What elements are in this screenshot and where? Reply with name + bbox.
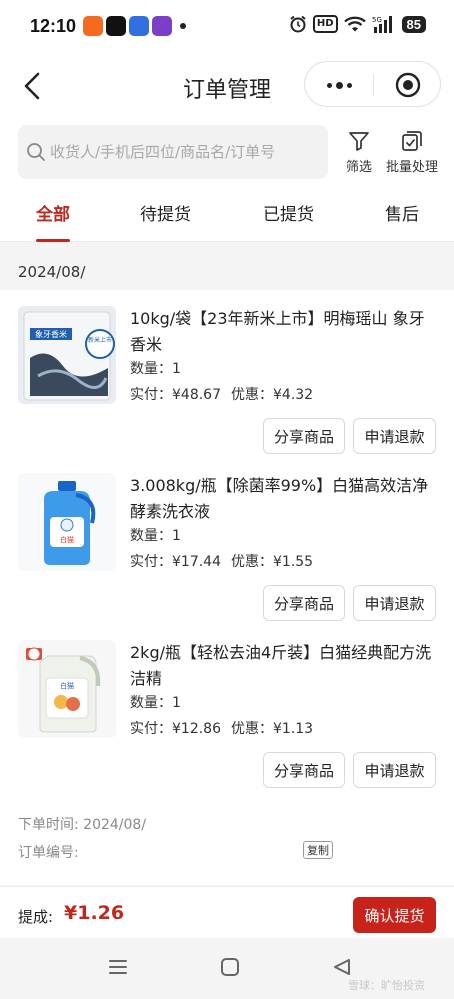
product-image-label: 白猫 — [60, 535, 74, 544]
paid-amount: 实付：¥48.67 — [130, 387, 221, 403]
filter-icon — [349, 132, 369, 151]
meituan-app-icon — [152, 16, 172, 36]
product-price: 实付：¥48.67 优惠：¥4.32 — [130, 384, 313, 404]
search-icon — [27, 143, 45, 161]
product-title: 10kg/袋【23年新米上市】明梅瑶山 象牙香米 — [130, 309, 425, 354]
more-notifications-icon — [180, 23, 186, 29]
batch-check-icon — [402, 131, 422, 151]
signal-icon: 5G — [372, 16, 392, 33]
alarm-icon — [290, 15, 306, 33]
search-input[interactable] — [50, 143, 320, 161]
bottom-action-bar: 提成: ¥1.26 确认提货 — [0, 886, 454, 938]
miniprogram-capsule — [304, 61, 441, 107]
product-price: 实付：¥17.44 优惠：¥1.55 — [130, 551, 313, 571]
nav-header: 订单管理 — [0, 56, 454, 118]
commission-label: 提成: — [18, 908, 54, 926]
product-image-badge: 新米上市 — [88, 336, 112, 344]
watermark: 雪球：旷怡投资 — [348, 979, 425, 992]
hd-badge: HD — [312, 15, 338, 33]
order-item: 白猫 3.008kg/瓶【除菌率99%】白猫高效洁净酵素洗衣液 数量：1 实付：… — [0, 457, 454, 621]
product-quantity: 数量：1 — [130, 695, 181, 711]
order-item: 白猫 2kg/瓶【轻松去油4斤装】白猫经典配方洗洁精 数量：1 实付：¥12.8… — [0, 624, 454, 788]
status-right: HD 5G 85 — [289, 15, 426, 33]
copy-order-number-button[interactable]: 复制 — [303, 841, 333, 859]
confirm-pickup-button[interactable]: 确认提货 — [353, 897, 436, 933]
product-image-laundry-detergent: 白猫 — [18, 473, 116, 571]
share-product-button[interactable]: 分享商品 — [263, 752, 345, 788]
more-button[interactable] — [305, 62, 373, 108]
search-area: 筛选 批量处理 — [0, 118, 454, 186]
product-title: 2kg/瓶【轻松去油4斤装】白猫经典配方洗洁精 — [130, 643, 432, 688]
order-tabs: 全部 待提货 已提货 售后 — [0, 186, 454, 242]
product-image-label: 白猫 — [60, 681, 74, 690]
order-time: 下单时间: 2024/08/ — [18, 817, 147, 833]
tab-all[interactable]: 全部 — [36, 200, 70, 225]
request-refund-button[interactable]: 申请退款 — [353, 752, 436, 788]
baidu-app-icon — [129, 16, 149, 36]
product-image-rice: 象牙香米 新米上市 — [18, 306, 116, 404]
tab-pending-pickup[interactable]: 待提货 — [140, 200, 191, 225]
product-title: 3.008kg/瓶【除菌率99%】白猫高效洁净酵素洗衣液 — [130, 476, 429, 521]
product-quantity: 数量：1 — [130, 528, 181, 544]
battery-indicator: 85 — [401, 15, 426, 33]
menu-button[interactable] — [108, 958, 128, 980]
search-box — [18, 125, 328, 179]
order-date: 2024/08/ — [18, 263, 86, 281]
product-image-label: 象牙香米 — [35, 329, 67, 339]
order-number: 订单编号: — [18, 845, 79, 861]
batch-label: 批量处理 — [386, 160, 439, 175]
close-miniprogram-button[interactable] — [374, 62, 442, 108]
status-bar: 12:10 HD 5G 85 — [0, 0, 454, 56]
triangle-back-icon — [334, 959, 350, 975]
paid-amount: 实付：¥17.44 — [130, 554, 221, 570]
home-button[interactable] — [220, 958, 240, 980]
notification-icons — [83, 16, 186, 36]
menu-icon — [109, 960, 127, 974]
tab-after-sales[interactable]: 售后 — [385, 200, 419, 225]
discount-amount: 优惠：¥1.13 — [231, 721, 314, 737]
filter-label: 筛选 — [346, 160, 373, 175]
commission-value: ¥1.26 — [64, 902, 125, 924]
product-price: 实付：¥12.86 优惠：¥1.13 — [130, 718, 313, 738]
share-product-button[interactable]: 分享商品 — [263, 418, 345, 454]
tab-picked-up[interactable]: 已提货 — [263, 200, 314, 225]
svg-text:5G: 5G — [372, 16, 382, 24]
status-time: 12:10 — [30, 16, 77, 36]
more-dot-icon — [326, 82, 332, 88]
discount-amount: 优惠：¥4.32 — [231, 387, 314, 403]
share-product-button[interactable]: 分享商品 — [263, 585, 345, 621]
home-square-icon — [221, 958, 239, 976]
wifi-icon — [343, 16, 366, 32]
product-quantity: 数量：1 — [130, 361, 181, 377]
batch-process-button[interactable]: 批量处理 — [386, 130, 438, 175]
more-dot-icon — [335, 81, 343, 89]
target-close-icon — [395, 72, 421, 98]
request-refund-button[interactable]: 申请退款 — [353, 585, 436, 621]
filter-button[interactable]: 筛选 — [346, 130, 372, 175]
product-image-dish-soap: 白猫 — [18, 640, 116, 738]
paid-amount: 实付：¥12.86 — [130, 721, 221, 737]
order-item: 象牙香米 新米上市 10kg/袋【23年新米上市】明梅瑶山 象牙香米 数量：1 … — [0, 290, 454, 454]
active-tab-indicator — [36, 239, 70, 242]
taobao-app-icon — [83, 16, 103, 36]
request-refund-button[interactable]: 申请退款 — [353, 418, 436, 454]
douyin-app-icon — [106, 16, 126, 36]
discount-amount: 优惠：¥1.55 — [231, 554, 314, 570]
more-dot-icon — [346, 82, 352, 88]
order-card: 象牙香米 新米上市 10kg/袋【23年新米上市】明梅瑶山 象牙香米 数量：1 … — [0, 290, 454, 885]
